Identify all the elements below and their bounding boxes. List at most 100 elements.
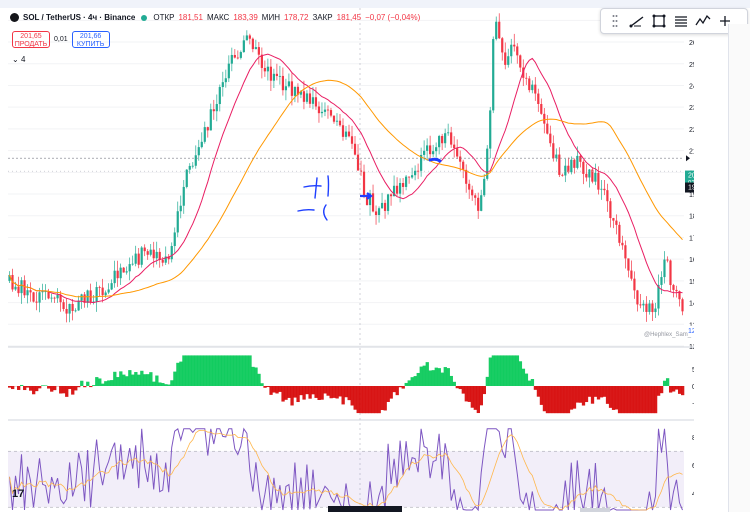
rectangle-icon[interactable] — [651, 13, 667, 29]
osc-bar — [161, 383, 165, 386]
bottom-tab[interactable] — [328, 506, 402, 512]
annotation-plus-h — [303, 184, 322, 188]
osc-bar — [164, 384, 168, 386]
candle-body — [311, 97, 315, 104]
osc-bar — [266, 386, 270, 388]
osc-bar — [236, 355, 240, 386]
chart-svg[interactable]: 270,00260,00250,00240,00230,00220,00210,… — [8, 8, 694, 512]
osc-bar — [629, 386, 634, 414]
price-tick-label: 230,00 — [689, 105, 694, 112]
osc-bar — [326, 386, 330, 396]
osc-bar — [323, 386, 327, 394]
candle-body — [483, 178, 486, 196]
indicators-toggle[interactable]: ⌄ 4 — [12, 55, 25, 64]
candle-body — [251, 38, 254, 50]
candle-body — [149, 249, 152, 255]
scroll-handle[interactable] — [580, 508, 610, 512]
annotation-bar — [327, 175, 330, 197]
trend-line-icon[interactable] — [629, 13, 645, 29]
candle-body — [407, 176, 411, 178]
osc-bar — [149, 372, 153, 386]
candle-body — [624, 245, 627, 259]
osc-bar — [371, 386, 375, 414]
candle-body — [281, 75, 285, 91]
osc-bar — [461, 386, 465, 394]
osc-bar — [167, 384, 171, 386]
drag-handle-icon[interactable] — [607, 13, 623, 29]
candle-body — [642, 303, 645, 306]
osc-bar — [548, 386, 553, 414]
candle-body — [453, 144, 456, 149]
osc-bar — [131, 374, 135, 386]
osc-tick-label: −5,00 — [692, 401, 694, 408]
osc-bar — [626, 386, 631, 414]
osc-bar — [188, 355, 192, 386]
candle-body — [116, 270, 119, 279]
candle-body — [513, 44, 516, 47]
buy-button[interactable]: 201,66 КУПИТЬ — [71, 31, 110, 48]
wave-icon[interactable] — [695, 13, 711, 29]
candle-body — [477, 197, 480, 211]
candle-body — [489, 110, 492, 149]
price-tick-label: 260,00 — [689, 40, 694, 47]
candle-body — [618, 224, 621, 243]
sell-button[interactable]: 201,65 ПРОДАТЬ — [12, 31, 50, 48]
candle-body — [146, 251, 149, 255]
candle-body — [35, 301, 38, 303]
osc-bar — [8, 386, 12, 388]
osc-bar — [512, 355, 517, 386]
candle-body — [203, 127, 206, 142]
osc-bar — [395, 386, 399, 396]
price-tick-label: 180,00 — [689, 214, 694, 221]
candle-body — [606, 190, 609, 202]
osc-tick-label: 0,00 — [692, 384, 694, 391]
annotation-minus — [297, 208, 315, 212]
last-price-tag-text: 201,66 — [688, 173, 694, 180]
candle-body — [386, 194, 390, 211]
candle-body — [263, 67, 266, 72]
osc-bar — [11, 386, 15, 390]
candle-body — [447, 132, 450, 134]
candle-body — [20, 280, 23, 294]
osc-bar — [398, 386, 402, 388]
candle-body — [290, 81, 294, 96]
osc-bar — [443, 367, 447, 386]
fib-icon[interactable] — [673, 13, 689, 29]
sell-price: 201,65 — [20, 33, 42, 40]
osc-bar — [494, 355, 499, 386]
osc-bar — [83, 386, 87, 388]
osc-bar — [491, 355, 496, 386]
candle-body — [582, 161, 585, 174]
osc-bar — [218, 355, 222, 386]
candle-body — [377, 208, 381, 215]
candle-body — [227, 63, 230, 79]
osc-bar — [230, 355, 234, 386]
candle-body — [122, 267, 125, 273]
osc-bar — [620, 386, 625, 414]
candle-body — [308, 93, 312, 104]
osc-bar — [578, 386, 583, 403]
candle-body — [380, 202, 384, 209]
candle-body — [495, 21, 498, 40]
candle-body — [681, 299, 684, 312]
candle-body — [438, 136, 441, 148]
osc-bar — [407, 380, 411, 386]
osc-bar — [194, 355, 198, 386]
rsi-tick-label: 80,00 — [692, 435, 694, 442]
candle-body — [612, 218, 615, 221]
candle-body — [558, 154, 561, 175]
osc-bar — [80, 380, 84, 386]
candle-body — [344, 131, 348, 137]
candle-body — [573, 159, 576, 168]
osc-bar — [650, 386, 655, 414]
candle-body — [636, 290, 639, 305]
chart-pane[interactable]: 270,00260,00250,00240,00230,00220,00210,… — [8, 8, 694, 512]
osc-bar — [176, 362, 180, 386]
osc-bar — [341, 386, 345, 405]
candle-body — [600, 188, 603, 190]
price-tick-label: 240,00 — [689, 83, 694, 90]
rsi-tick-label: 60,00 — [692, 463, 694, 470]
candle-body — [140, 247, 143, 265]
candle-body — [113, 270, 116, 284]
symbol-title[interactable]: SOL / TetherUS · 4ч · Binance — [23, 13, 135, 22]
